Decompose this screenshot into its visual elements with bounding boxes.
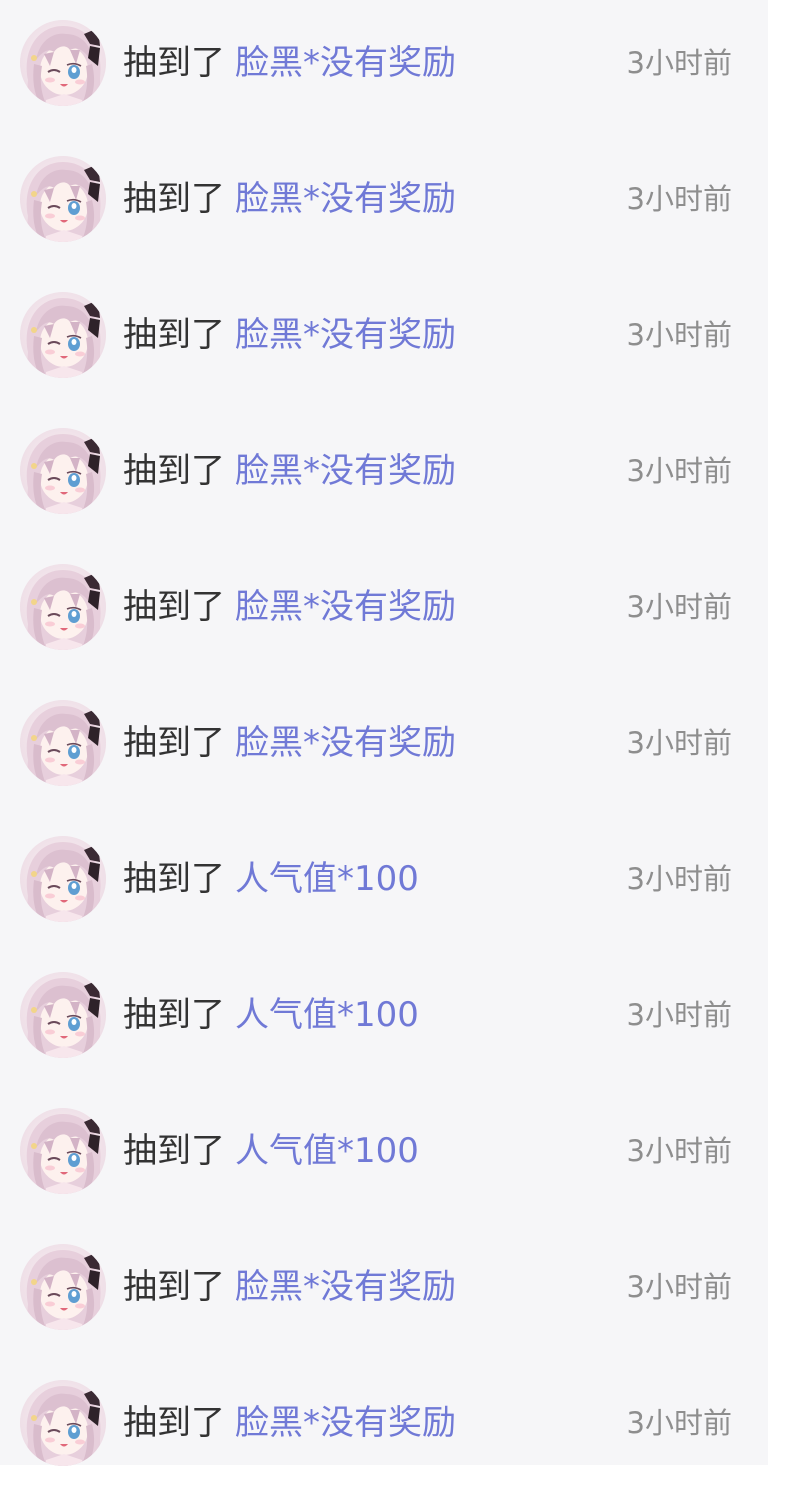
list-item: 抽到了 人气值*100 3小时前 (0, 816, 768, 952)
record-time: 3小时前 (626, 182, 732, 216)
record-time: 3小时前 (626, 726, 732, 760)
record-prefix: 抽到了 (123, 1403, 225, 1443)
record-time: 3小时前 (626, 46, 732, 80)
list-item: 抽到了 人气值*100 3小时前 (0, 952, 768, 1088)
prize-name: 脸黑*没有奖励 (235, 1267, 456, 1307)
anime-girl-avatar-icon[interactable] (20, 20, 106, 106)
anime-girl-avatar-icon[interactable] (20, 972, 106, 1058)
list-item: 抽到了 人气值*100 3小时前 (0, 1088, 768, 1224)
list-item: 抽到了 脸黑*没有奖励 3小时前 (0, 272, 768, 408)
record-message: 抽到了 脸黑*没有奖励 (123, 448, 456, 494)
prize-name: 人气值*100 (235, 1131, 419, 1171)
record-time: 3小时前 (626, 454, 732, 488)
right-margin-strip (768, 0, 800, 1465)
list-item: 抽到了 脸黑*没有奖励 3小时前 (0, 544, 768, 680)
record-time: 3小时前 (626, 1406, 732, 1440)
record-message: 抽到了 人气值*100 (123, 856, 419, 902)
anime-girl-avatar-icon[interactable] (20, 292, 106, 378)
record-time: 3小时前 (626, 1270, 732, 1304)
anime-girl-avatar-icon[interactable] (20, 1380, 106, 1466)
record-message: 抽到了 脸黑*没有奖励 (123, 1400, 456, 1446)
record-time: 3小时前 (626, 862, 732, 896)
record-time: 3小时前 (626, 998, 732, 1032)
record-prefix: 抽到了 (123, 587, 225, 627)
lottery-record-list: 抽到了 脸黑*没有奖励 3小时前 抽到了 脸黑*没有奖励 3小时前 抽到了 脸黑… (0, 0, 768, 1496)
record-prefix: 抽到了 (123, 43, 225, 83)
record-message: 抽到了 人气值*100 (123, 992, 419, 1038)
list-item: 抽到了 脸黑*没有奖励 3小时前 (0, 408, 768, 544)
prize-name: 脸黑*没有奖励 (235, 315, 456, 355)
record-prefix: 抽到了 (123, 1131, 225, 1171)
record-message: 抽到了 脸黑*没有奖励 (123, 312, 456, 358)
prize-name: 脸黑*没有奖励 (235, 179, 456, 219)
prize-name: 脸黑*没有奖励 (235, 587, 456, 627)
prize-name: 脸黑*没有奖励 (235, 723, 456, 763)
list-item: 抽到了 脸黑*没有奖励 3小时前 (0, 136, 768, 272)
record-message: 抽到了 脸黑*没有奖励 (123, 176, 456, 222)
anime-girl-avatar-icon[interactable] (20, 564, 106, 650)
record-time: 3小时前 (626, 1134, 732, 1168)
record-prefix: 抽到了 (123, 451, 225, 491)
record-prefix: 抽到了 (123, 179, 225, 219)
anime-girl-avatar-icon[interactable] (20, 700, 106, 786)
record-prefix: 抽到了 (123, 1267, 225, 1307)
anime-girl-avatar-icon[interactable] (20, 836, 106, 922)
record-time: 3小时前 (626, 590, 732, 624)
list-item: 抽到了 脸黑*没有奖励 3小时前 (0, 1224, 768, 1360)
record-message: 抽到了 人气值*100 (123, 1128, 419, 1174)
prize-name: 脸黑*没有奖励 (235, 43, 456, 83)
anime-girl-avatar-icon[interactable] (20, 428, 106, 514)
record-prefix: 抽到了 (123, 723, 225, 763)
prize-name: 脸黑*没有奖励 (235, 1403, 456, 1443)
anime-girl-avatar-icon[interactable] (20, 156, 106, 242)
prize-name: 脸黑*没有奖励 (235, 451, 456, 491)
anime-girl-avatar-icon[interactable] (20, 1108, 106, 1194)
prize-name: 人气值*100 (235, 995, 419, 1035)
record-time: 3小时前 (626, 318, 732, 352)
list-item: 抽到了 脸黑*没有奖励 3小时前 (0, 680, 768, 816)
record-message: 抽到了 脸黑*没有奖励 (123, 584, 456, 630)
record-prefix: 抽到了 (123, 995, 225, 1035)
record-prefix: 抽到了 (123, 859, 225, 899)
list-item: 抽到了 脸黑*没有奖励 3小时前 (0, 0, 768, 136)
anime-girl-avatar-icon[interactable] (20, 1244, 106, 1330)
record-prefix: 抽到了 (123, 315, 225, 355)
record-message: 抽到了 脸黑*没有奖励 (123, 720, 456, 766)
prize-name: 人气值*100 (235, 859, 419, 899)
list-item: 抽到了 脸黑*没有奖励 3小时前 (0, 1360, 768, 1496)
record-message: 抽到了 脸黑*没有奖励 (123, 1264, 456, 1310)
record-message: 抽到了 脸黑*没有奖励 (123, 40, 456, 86)
